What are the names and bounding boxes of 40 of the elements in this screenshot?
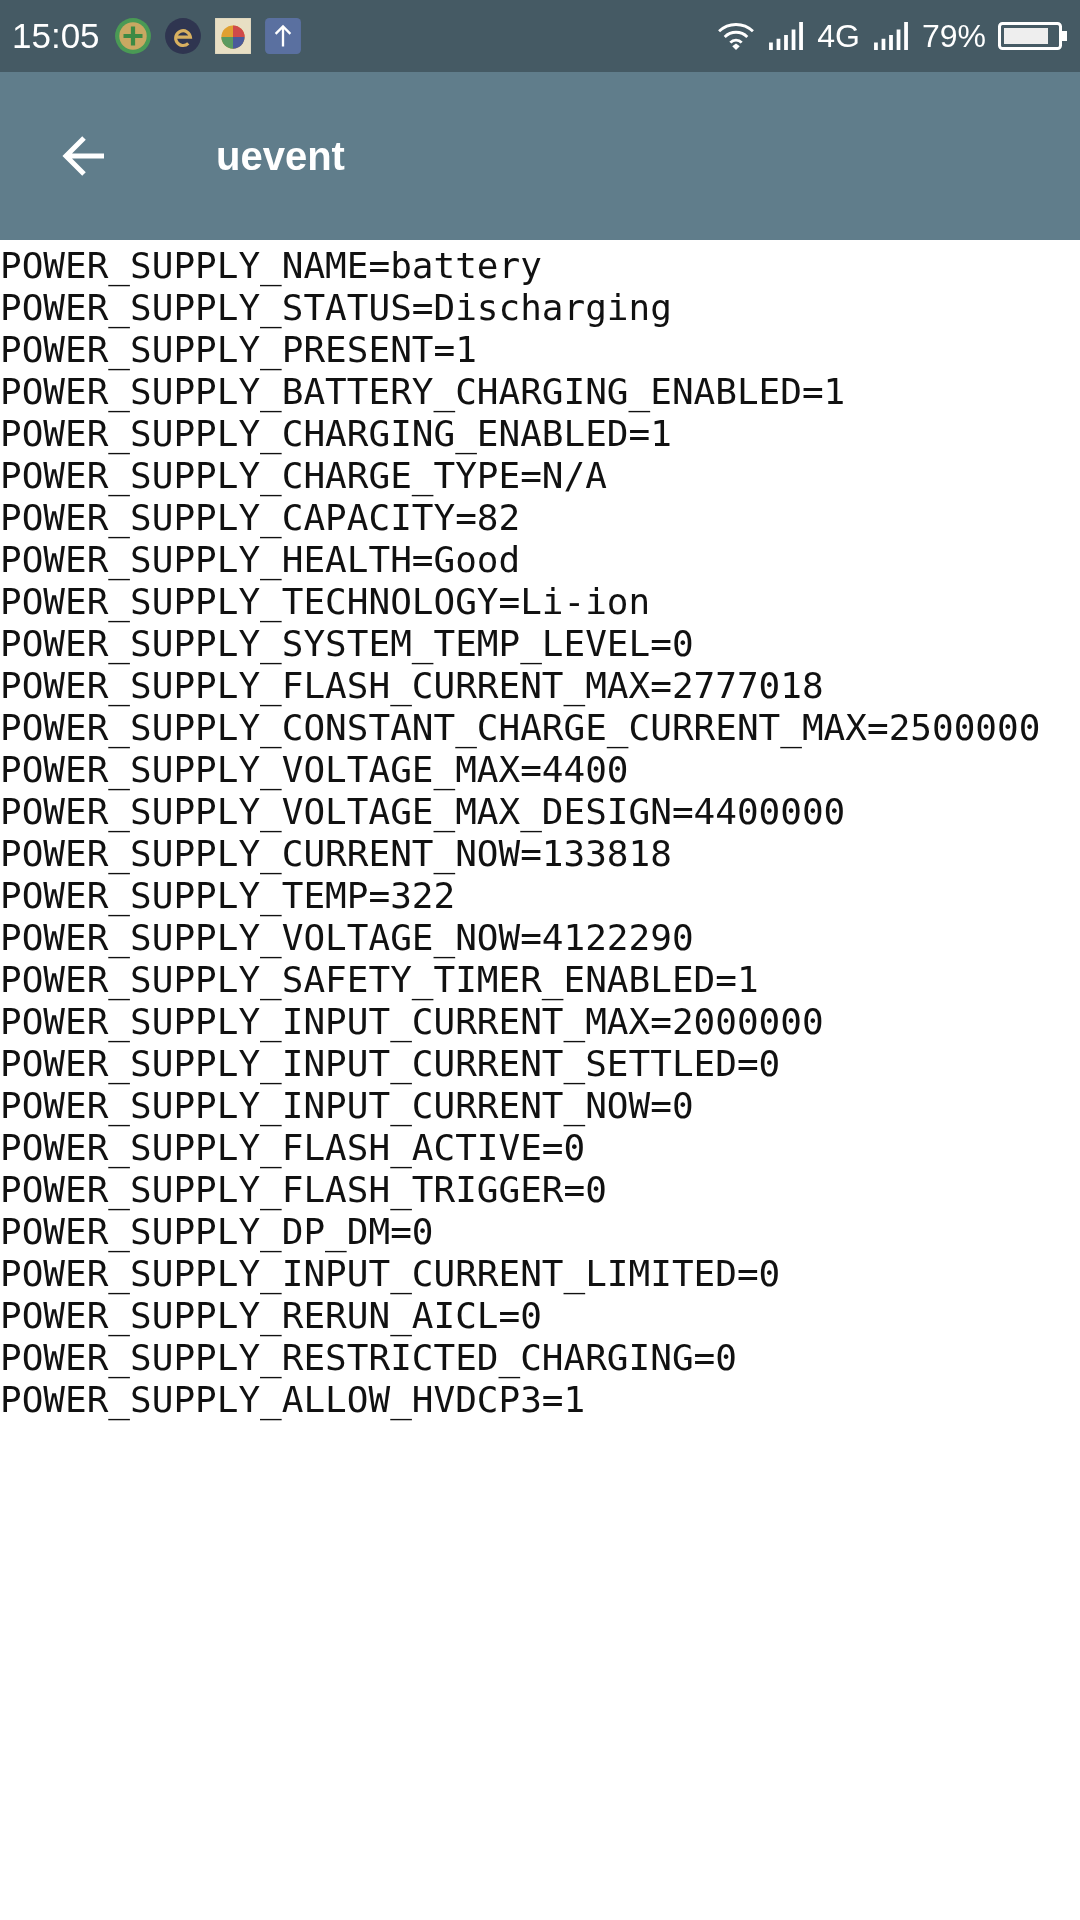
text-line: POWER_SUPPLY_SYSTEM_TEMP_LEVEL=0 bbox=[0, 623, 695, 665]
text-line: POWER_SUPPLY_VOLTAGE_MAX=4400 bbox=[0, 749, 630, 791]
text-line: POWER_SUPPLY_FLASH_CURRENT_MAX=2777018 bbox=[0, 665, 825, 707]
text-line: POWER_SUPPLY_INPUT_CURRENT_MAX=2000000 bbox=[0, 1001, 825, 1043]
wifi-icon bbox=[717, 20, 756, 52]
text-line: POWER_SUPPLY_SAFETY_TIMER_ENABLED=1 bbox=[0, 959, 760, 1001]
text-line: POWER_SUPPLY_CHARGE_TYPE=N/A bbox=[0, 455, 608, 497]
text-line: POWER_SUPPLY_STATUS=Discharging bbox=[0, 287, 673, 329]
text-line: POWER_SUPPLY_BATTERY_CHARGING_ENABLED=1 bbox=[0, 371, 847, 413]
text-line: POWER_SUPPLY_CHARGING_ENABLED=1 bbox=[0, 413, 673, 455]
text-line: POWER_SUPPLY_HEALTH=Good bbox=[0, 539, 522, 581]
text-line: POWER_SUPPLY_CONSTANT_CHARGE_CURRENT_MAX=2500000 bbox=[0, 707, 1042, 749]
signal-icon bbox=[767, 20, 806, 52]
upload-icon bbox=[263, 17, 302, 55]
network-type: 4G bbox=[817, 17, 860, 55]
text-line: POWER_SUPPLY_FLASH_ACTIVE=0 bbox=[0, 1127, 587, 1169]
plus-icon bbox=[113, 17, 152, 55]
text-line: POWER_SUPPLY_TEMP=322 bbox=[0, 875, 457, 917]
text-line: POWER_SUPPLY_DP_DM=0 bbox=[0, 1211, 435, 1253]
text-line: POWER_SUPPLY_INPUT_CURRENT_NOW=0 bbox=[0, 1085, 695, 1127]
app-icon bbox=[213, 17, 252, 55]
clock: 15:05 bbox=[12, 16, 100, 56]
text-line: POWER_SUPPLY_CAPACITY=82 bbox=[0, 497, 522, 539]
text-line: POWER_SUPPLY_INPUT_CURRENT_SETTLED=0 bbox=[0, 1043, 782, 1085]
text-line: POWER_SUPPLY_PRESENT=1 bbox=[0, 329, 478, 371]
screen-title: uevent bbox=[216, 133, 345, 179]
signal-icon bbox=[871, 20, 910, 52]
text-line: POWER_SUPPLY_VOLTAGE_MAX_DESIGN=4400000 bbox=[0, 791, 847, 833]
text-line: POWER_SUPPLY_FLASH_TRIGGER=0 bbox=[0, 1169, 608, 1211]
text-line: POWER_SUPPLY_ALLOW_HVDCP3=1 bbox=[0, 1379, 587, 1421]
browser-icon bbox=[163, 17, 202, 55]
battery-icon bbox=[998, 21, 1068, 51]
text-line: POWER_SUPPLY_RESTRICTED_CHARGING=0 bbox=[0, 1337, 738, 1379]
battery-percent: 79% bbox=[921, 17, 986, 55]
text-line: POWER_SUPPLY_RERUN_AICL=0 bbox=[0, 1295, 543, 1337]
text-line: POWER_SUPPLY_CURRENT_NOW=133818 bbox=[0, 833, 673, 875]
text-line: POWER_SUPPLY_INPUT_CURRENT_LIMITED=0 bbox=[0, 1253, 782, 1295]
text-line: POWER_SUPPLY_TECHNOLOGY=Li-ion bbox=[0, 581, 652, 623]
text-line: POWER_SUPPLY_NAME=battery bbox=[0, 245, 543, 287]
text-line: POWER_SUPPLY_VOLTAGE_NOW=4122290 bbox=[0, 917, 695, 959]
